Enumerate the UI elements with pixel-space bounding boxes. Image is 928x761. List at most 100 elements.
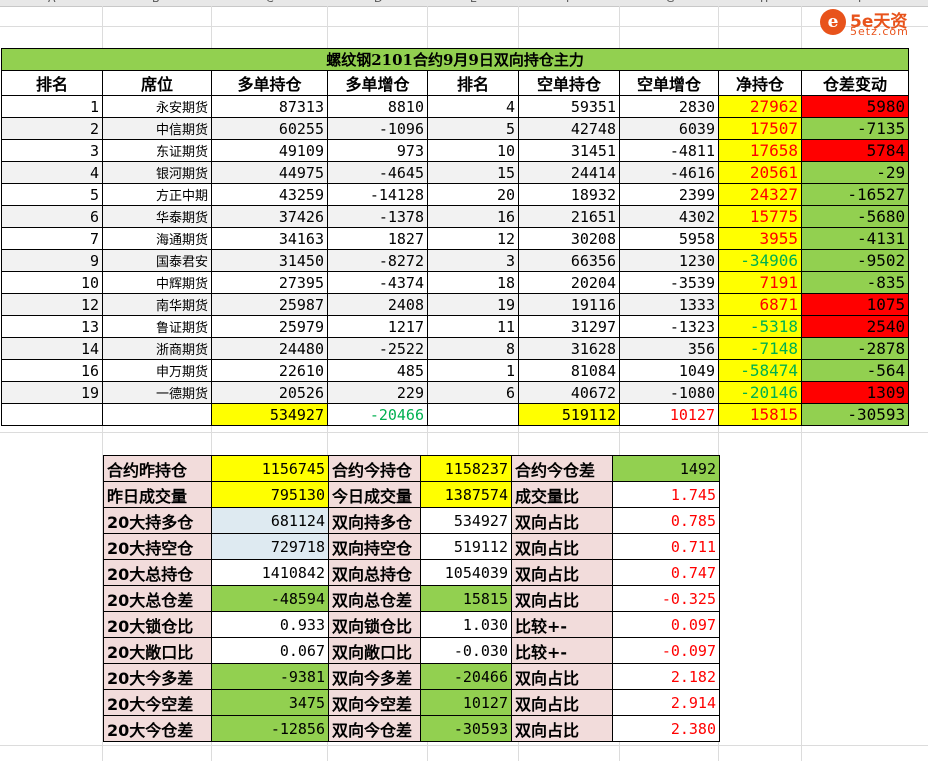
cell-rank2[interactable]: 15 [427,161,519,184]
total-long-change[interactable]: -20466 [327,403,428,426]
cell-rank[interactable]: 12 [1,293,103,316]
cell-short-chg[interactable]: 356 [619,337,719,360]
cell-diff[interactable]: -835 [800,271,910,294]
cell-long-chg[interactable]: -4645 [327,161,428,184]
summary-value[interactable]: 795130 [211,481,329,508]
table-title[interactable]: 螺纹钢2101合约9月9日双向持仓主力 [0,48,910,71]
summary-label[interactable]: 双向占比 [511,533,613,560]
summary-label[interactable]: 双向占比 [511,507,613,534]
cell-diff[interactable]: 5980 [800,95,910,118]
cell-long-chg[interactable]: -14128 [327,183,428,206]
summary-label[interactable]: 比较+- [511,637,613,664]
summary-value[interactable]: 2.182 [612,663,720,690]
cell-diff[interactable]: -9502 [800,249,910,272]
cell-rank2[interactable]: 10 [427,139,519,162]
cell-net[interactable]: 17658 [718,139,802,162]
summary-label[interactable]: 成交量比 [511,481,613,508]
cell-diff[interactable]: -29 [800,161,910,184]
cell-short[interactable]: 31628 [518,337,620,360]
summary-value[interactable]: 2.914 [612,689,720,716]
total-long[interactable]: 534927 [211,403,328,426]
summary-label[interactable]: 双向持多仓 [328,507,421,534]
cell-net[interactable]: 7191 [718,271,802,294]
cell-short-chg[interactable]: 6039 [619,117,719,140]
cell-rank2[interactable]: 6 [427,381,519,404]
total-net[interactable]: 15815 [718,403,802,426]
column-header-e[interactable]: E [470,0,477,5]
summary-value[interactable]: 10127 [420,689,512,716]
cell-long[interactable]: 22610 [211,359,328,382]
column-header-h[interactable]: H [760,0,768,5]
summary-label[interactable]: 昨日成交量 [103,481,212,508]
cell-short-chg[interactable]: -4811 [619,139,719,162]
summary-label[interactable]: 双向占比 [511,663,613,690]
cell-short[interactable]: 42748 [518,117,620,140]
cell-long[interactable]: 24480 [211,337,328,360]
cell-diff[interactable]: -2878 [800,337,910,360]
cell-rank[interactable]: 10 [1,271,103,294]
cell-long[interactable]: 44975 [211,161,328,184]
summary-label[interactable]: 双向今多差 [328,663,421,690]
cell-long-chg[interactable]: 229 [327,381,428,404]
cell-seat[interactable]: 一德期货 [102,381,212,404]
cell-seat[interactable]: 海通期货 [102,227,212,250]
cell-rank[interactable]: 13 [1,315,103,338]
cell-long[interactable]: 27395 [211,271,328,294]
cell-rank[interactable]: 7 [1,227,103,250]
cell-seat[interactable]: 浙商期货 [102,337,212,360]
cell-short[interactable]: 81084 [518,359,620,382]
summary-value[interactable]: -12856 [211,715,329,742]
summary-label[interactable]: 双向占比 [511,585,613,612]
total-short[interactable]: 519112 [518,403,620,426]
summary-label[interactable]: 双向锁仓比 [328,611,421,638]
cell-net[interactable]: 20561 [718,161,802,184]
cell-net[interactable]: -5318 [718,315,802,338]
cell-short[interactable]: 31297 [518,315,620,338]
cell-net[interactable]: -20146 [718,381,802,404]
summary-label[interactable]: 20大总仓差 [103,585,212,612]
cell-seat[interactable]: 申万期货 [102,359,212,382]
summary-value[interactable]: 534927 [420,507,512,534]
cell-short-chg[interactable]: 4302 [619,205,719,228]
cell-net[interactable]: -58474 [718,359,802,382]
cell-long-chg[interactable]: -4374 [327,271,428,294]
cell-rank[interactable]: 6 [1,205,103,228]
cell-rank[interactable]: 3 [1,139,103,162]
cell-net[interactable]: 15775 [718,205,802,228]
summary-label[interactable]: 双向总持仓 [328,559,421,586]
cell-seat[interactable]: 华泰期货 [102,205,212,228]
cell-long[interactable]: 20526 [211,381,328,404]
summary-value[interactable]: -48594 [211,585,329,612]
cell-rank[interactable]: 19 [1,381,103,404]
summary-label[interactable]: 双向敞口比 [328,637,421,664]
cell-seat[interactable]: 国泰君安 [102,249,212,272]
cell-long[interactable]: 25987 [211,293,328,316]
cell-net[interactable]: 27962 [718,95,802,118]
header-short[interactable]: 空单持仓 [518,70,620,96]
cell-short-chg[interactable]: 5958 [619,227,719,250]
cell-net[interactable]: -34906 [718,249,802,272]
cell-rank[interactable]: 1 [1,95,103,118]
summary-value[interactable]: 0.067 [211,637,329,664]
summary-value[interactable]: -9381 [211,663,329,690]
cell-short[interactable]: 19116 [518,293,620,316]
summary-label[interactable]: 合约今仓差 [511,455,613,482]
cell-rank2[interactable]: 16 [427,205,519,228]
summary-value[interactable]: 519112 [420,533,512,560]
cell-rank2[interactable]: 20 [427,183,519,206]
cell-seat[interactable]: 东证期货 [102,139,212,162]
summary-label[interactable]: 双向总仓差 [328,585,421,612]
cell-long-chg[interactable]: 1217 [327,315,428,338]
cell-short-chg[interactable]: 2399 [619,183,719,206]
cell-long-chg[interactable]: -1096 [327,117,428,140]
cell-long-chg[interactable]: -2522 [327,337,428,360]
column-header-f[interactable]: F [566,0,572,5]
summary-value[interactable]: 1156745 [211,455,329,482]
cell-rank[interactable]: 2 [1,117,103,140]
column-header-i[interactable]: I [858,0,861,5]
cell-diff[interactable]: -16527 [800,183,910,206]
summary-value[interactable]: -20466 [420,663,512,690]
summary-value[interactable]: -0.030 [420,637,512,664]
column-header-d[interactable]: D [374,0,382,5]
cell-rank2[interactable]: 19 [427,293,519,316]
